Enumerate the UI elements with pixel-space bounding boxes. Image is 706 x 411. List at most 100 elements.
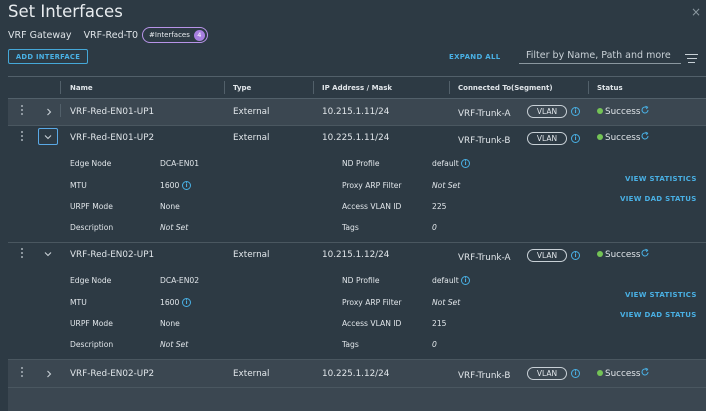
table-row[interactable]: VRF-Red-EN01-UP2 External 10.225.1.11/24… xyxy=(8,126,706,243)
label-urpf: URPF Mode xyxy=(70,202,113,211)
row-type: External xyxy=(233,369,270,379)
table-footer xyxy=(8,388,706,411)
value-urpf: None xyxy=(160,202,180,211)
col-status[interactable]: Status xyxy=(597,84,623,92)
info-icon[interactable]: i xyxy=(182,298,191,307)
view-statistics-link[interactable]: VIEW STATISTICS xyxy=(625,175,697,183)
info-icon[interactable]: i xyxy=(461,276,470,285)
label-description: Description xyxy=(70,223,114,232)
row-ip: 10.215.1.12/24 xyxy=(322,250,390,260)
col-name[interactable]: Name xyxy=(70,84,93,92)
chip-label: #Interfaces xyxy=(149,31,190,39)
close-icon[interactable]: × xyxy=(691,5,701,19)
info-icon[interactable]: i xyxy=(571,134,580,143)
row-status: Success xyxy=(605,107,641,117)
value-description: Not Set xyxy=(160,223,189,232)
label-urpf: URPF Mode xyxy=(70,319,113,328)
chevron-down-icon[interactable] xyxy=(44,133,52,141)
filter-menu-icon[interactable] xyxy=(685,54,698,63)
value-tags: 0 xyxy=(432,223,437,232)
info-icon[interactable]: i xyxy=(571,107,580,116)
row-name: VRF-Red-EN02-UP1 xyxy=(70,250,155,260)
value-mtu: 1600 xyxy=(160,181,180,190)
value-edge-node: DCA-EN01 xyxy=(160,159,200,168)
refresh-icon[interactable] xyxy=(640,105,650,115)
view-statistics-link[interactable]: VIEW STATISTICS xyxy=(625,291,697,299)
value-nd-profile[interactable]: default xyxy=(432,159,459,168)
table-row[interactable]: VRF-Red-EN02-UP1 External 10.215.1.12/24… xyxy=(8,243,706,360)
page-title: Set Interfaces xyxy=(8,2,123,21)
row-ip: 10.215.1.11/24 xyxy=(322,107,390,117)
label-tags: Tags xyxy=(342,340,359,349)
value-access-vlan: 215 xyxy=(432,319,447,328)
expand-all-link[interactable]: EXPAND ALL xyxy=(449,53,501,61)
chevron-down-icon[interactable] xyxy=(44,250,52,258)
row-actions-icon[interactable] xyxy=(21,131,24,143)
row-segment: VRF-Trunk-A xyxy=(458,109,511,119)
refresh-icon[interactable] xyxy=(640,131,650,141)
label-mtu: MTU xyxy=(70,298,87,307)
row-name: VRF-Red-EN01-UP2 xyxy=(70,133,155,143)
value-mtu: 1600 xyxy=(160,298,180,307)
interfaces-count-chip[interactable]: #Interfaces 4 xyxy=(142,27,208,43)
row-segment: VRF-Trunk-A xyxy=(458,253,511,263)
row-status: Success xyxy=(605,250,641,260)
label-proxy-arp: Proxy ARP Filter xyxy=(342,298,402,307)
table-row[interactable]: VRF-Red-EN02-UP2 External 10.225.1.12/24… xyxy=(8,360,706,388)
info-icon[interactable]: i xyxy=(182,181,191,190)
row-name: VRF-Red-EN02-UP2 xyxy=(70,369,155,379)
value-access-vlan: 225 xyxy=(432,202,447,211)
col-ip[interactable]: IP Address / Mask xyxy=(322,84,392,92)
label-nd-profile: ND Profile xyxy=(342,159,380,168)
table-row[interactable]: VRF-Red-EN01-UP1 External 10.215.1.11/24… xyxy=(8,99,706,126)
add-interface-button[interactable]: ADD INTERFACE xyxy=(8,49,88,64)
vlan-badge: VLAN xyxy=(527,105,567,118)
context-line: VRF Gateway VRF-Red-T0 #Interfaces 4 xyxy=(8,27,208,43)
info-icon[interactable]: i xyxy=(571,369,580,378)
label-access-vlan: Access VLAN ID xyxy=(342,319,402,328)
row-status: Success xyxy=(605,369,641,379)
row-name: VRF-Red-EN01-UP1 xyxy=(70,107,155,117)
value-proxy-arp: Not Set xyxy=(432,298,461,307)
label-edge-node: Edge Node xyxy=(70,276,112,285)
context-label: VRF Gateway xyxy=(8,29,72,41)
row-ip: 10.225.1.12/24 xyxy=(322,369,390,379)
vlan-badge: VLAN xyxy=(527,132,567,145)
label-nd-profile: ND Profile xyxy=(342,276,380,285)
col-type[interactable]: Type xyxy=(233,84,251,92)
context-value: VRF-Red-T0 xyxy=(83,29,139,41)
status-dot xyxy=(597,134,603,140)
refresh-icon[interactable] xyxy=(640,248,650,258)
view-dad-status-link[interactable]: VIEW DAD STATUS xyxy=(620,311,697,319)
value-proxy-arp: Not Set xyxy=(432,181,461,190)
row-segment: VRF-Trunk-B xyxy=(458,136,511,146)
row-actions-icon[interactable] xyxy=(21,105,24,117)
value-urpf: None xyxy=(160,319,180,328)
row-segment: VRF-Trunk-B xyxy=(458,371,511,381)
filter-input[interactable]: Filter by Name, Path and more xyxy=(519,48,681,64)
value-description: Not Set xyxy=(160,340,189,349)
value-nd-profile[interactable]: default xyxy=(432,276,459,285)
chevron-right-icon[interactable] xyxy=(45,108,53,116)
interfaces-table: Name Type IP Address / Mask Connected To… xyxy=(8,76,706,411)
status-dot xyxy=(597,370,603,376)
vlan-badge: VLAN xyxy=(527,367,567,380)
view-dad-status-link[interactable]: VIEW DAD STATUS xyxy=(620,195,697,203)
row-ip: 10.225.1.11/24 xyxy=(322,133,390,143)
refresh-icon[interactable] xyxy=(640,367,650,377)
row-status: Success xyxy=(605,133,641,143)
label-proxy-arp: Proxy ARP Filter xyxy=(342,181,402,190)
vlan-badge: VLAN xyxy=(527,249,567,262)
status-dot xyxy=(597,108,603,114)
label-tags: Tags xyxy=(342,223,359,232)
info-icon[interactable]: i xyxy=(571,251,580,260)
value-edge-node: DCA-EN02 xyxy=(160,276,200,285)
value-tags: 0 xyxy=(432,340,437,349)
chevron-right-icon[interactable] xyxy=(45,370,53,378)
info-icon[interactable]: i xyxy=(461,159,470,168)
label-description: Description xyxy=(70,340,114,349)
row-type: External xyxy=(233,250,270,260)
row-actions-icon[interactable] xyxy=(21,367,24,379)
col-connected[interactable]: Connected To(Segment) xyxy=(458,84,553,92)
row-actions-icon[interactable] xyxy=(21,248,24,260)
